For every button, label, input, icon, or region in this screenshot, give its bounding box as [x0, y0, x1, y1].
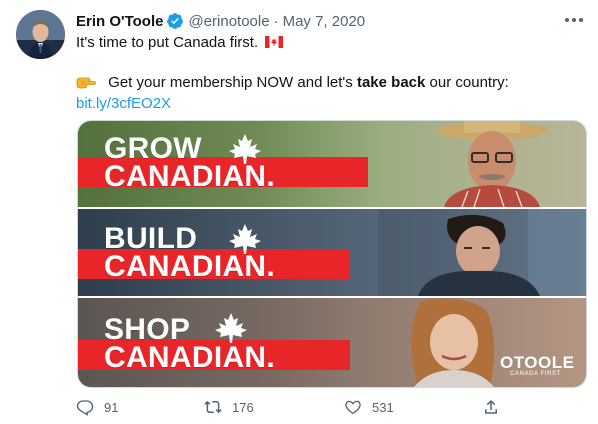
slogan-canadian-2: CANADIAN.: [104, 250, 276, 283]
tweet-actions: 91 176 531: [76, 396, 576, 418]
membership-link[interactable]: bit.ly/3cfEO2X: [76, 94, 171, 114]
slogan-build: BUILD: [104, 222, 198, 255]
retweet-button[interactable]: 176: [204, 396, 254, 418]
reply-icon: [76, 400, 94, 416]
author-name[interactable]: Erin O'Toole: [76, 13, 163, 30]
slogan-canadian-1: CANADIAN.: [104, 160, 276, 193]
media-panel-grow: GROW CANADIAN.: [78, 121, 586, 207]
tweet-text-first: It's time to put Canada first.: [76, 34, 259, 51]
avatar[interactable]: [16, 10, 65, 59]
canada-flag-icon: [265, 36, 284, 48]
reply-button[interactable]: 91: [76, 396, 118, 418]
tweet-text-bold: take back: [356, 74, 426, 91]
retweet-icon: [204, 400, 222, 414]
share-icon: [485, 399, 497, 414]
tweet-header: Erin O'Toole @erinotoole · May 7, 2020: [76, 10, 365, 32]
reply-count: 91: [104, 399, 119, 415]
tweet: Erin O'Toole @erinotoole · May 7, 2020 I…: [0, 0, 598, 424]
slogan-grow: GROW: [104, 132, 202, 165]
like-button[interactable]: 531: [344, 396, 394, 418]
tweet-text-line1: It's time to put Canada first.: [76, 33, 284, 53]
header-separator: ·: [273, 12, 279, 30]
builder-photo: [378, 209, 586, 296]
tweet-text-line2: Get your membership NOW and let's take b…: [76, 73, 509, 93]
verified-badge-icon: [167, 13, 184, 29]
media-panel-build: BUILD CANADIAN.: [78, 209, 586, 296]
farmer-photo: [414, 121, 586, 207]
tweet-text-pre: Get your membership NOW and let's: [108, 74, 353, 91]
share-button[interactable]: [482, 396, 510, 418]
pointing-hand-icon: [76, 77, 96, 89]
author-handle[interactable]: @erinotoole: [188, 13, 269, 30]
tweet-date[interactable]: May 7, 2020: [283, 13, 366, 30]
more-options-icon[interactable]: [562, 12, 586, 28]
tweet-text-post: our country:: [429, 74, 509, 91]
logo-wordmark: OTOOLE: [500, 353, 575, 372]
otoole-logo: OTOOLE CANADA FIRST: [500, 353, 576, 379]
slogan-shop: SHOP: [104, 313, 191, 346]
tweet-media-image[interactable]: GROW CANADIAN. BUILD CANADIAN. SHOP CANA…: [77, 120, 587, 388]
like-count: 531: [372, 399, 394, 415]
retweet-count: 176: [232, 399, 254, 415]
slogan-canadian-3: CANADIAN.: [104, 341, 276, 374]
maple-leaf-icon: [215, 313, 247, 343]
media-panel-shop: SHOP CANADIAN. OTOOLE CANADA FIRST: [78, 298, 586, 387]
logo-tagline: CANADA FIRST: [510, 371, 561, 377]
like-icon: [345, 400, 361, 415]
